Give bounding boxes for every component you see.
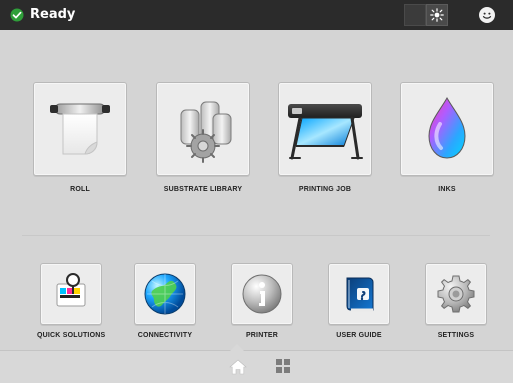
quick-solutions-icon	[56, 273, 86, 307]
printer-home-screen: Ready ROLL SUBSTRATE LIBRARY PRINTING JO…	[0, 0, 513, 383]
tile-connectivity[interactable]: CONNECTIVITY	[134, 263, 196, 339]
tile-printer[interactable]: PRINTER	[231, 263, 293, 339]
home-icon[interactable]	[229, 359, 247, 375]
main-content: ROLL SUBSTRATE LIBRARY PRINTING JOB INKS…	[0, 30, 513, 350]
user-guide-button[interactable]	[328, 263, 390, 325]
substrate-library-icon	[180, 101, 232, 163]
status-text: Ready	[30, 7, 76, 22]
connectivity-button[interactable]	[134, 263, 196, 325]
tile-substrate-library[interactable]: SUBSTRATE LIBRARY	[156, 82, 250, 193]
gear-icon	[437, 275, 475, 313]
grid-square	[276, 359, 282, 365]
brightness-dim-segment[interactable]	[404, 4, 426, 26]
brightness-control[interactable]	[404, 4, 448, 26]
roll-button[interactable]	[33, 82, 127, 176]
substrate-library-button[interactable]	[156, 82, 250, 176]
settings-button[interactable]	[425, 263, 487, 325]
roll-icon	[50, 103, 110, 155]
status: Ready	[10, 7, 75, 23]
inks-button[interactable]	[400, 82, 494, 176]
bottom-nav	[0, 344, 513, 383]
tile-settings[interactable]: SETTINGS	[425, 263, 487, 339]
ink-drop-icon	[428, 96, 466, 159]
tile-label: SETTINGS	[437, 332, 475, 339]
tile-label: SUBSTRATE LIBRARY	[163, 186, 243, 193]
tile-label: PRINTER	[245, 332, 279, 339]
info-icon	[242, 274, 282, 314]
printing-job-button[interactable]	[278, 82, 372, 176]
divider	[22, 235, 490, 236]
tile-label: USER GUIDE	[336, 332, 382, 339]
grid-square	[284, 359, 290, 365]
grid-icon[interactable]	[276, 359, 290, 373]
tile-label: INKS	[438, 186, 456, 193]
tile-inks[interactable]: INKS	[400, 82, 494, 193]
tile-quick-solutions[interactable]: QUICK SOLUTIONS	[37, 263, 105, 339]
printer-job-icon	[288, 104, 363, 160]
quick-solutions-button[interactable]	[40, 263, 103, 325]
home-indicator	[230, 344, 244, 351]
grid-square	[276, 367, 282, 373]
status-bar: Ready	[0, 0, 513, 30]
tile-label: ROLL	[70, 186, 90, 193]
tile-label: QUICK SOLUTIONS	[37, 332, 106, 339]
user-guide-icon	[346, 277, 374, 312]
tile-roll[interactable]: ROLL	[33, 82, 127, 193]
tile-label: CONNECTIVITY	[137, 332, 193, 339]
brightness-icon[interactable]	[426, 4, 448, 26]
tile-label: PRINTING JOB	[298, 186, 352, 193]
sun-icon	[430, 8, 444, 22]
printer-button[interactable]	[231, 263, 293, 325]
globe-icon	[144, 273, 186, 315]
grid-square	[284, 367, 290, 373]
tile-user-guide[interactable]: USER GUIDE	[328, 263, 390, 339]
tile-printing-job[interactable]: PRINTING JOB	[278, 82, 372, 193]
check-circle-icon	[10, 8, 24, 22]
user-icon[interactable]	[478, 6, 496, 24]
